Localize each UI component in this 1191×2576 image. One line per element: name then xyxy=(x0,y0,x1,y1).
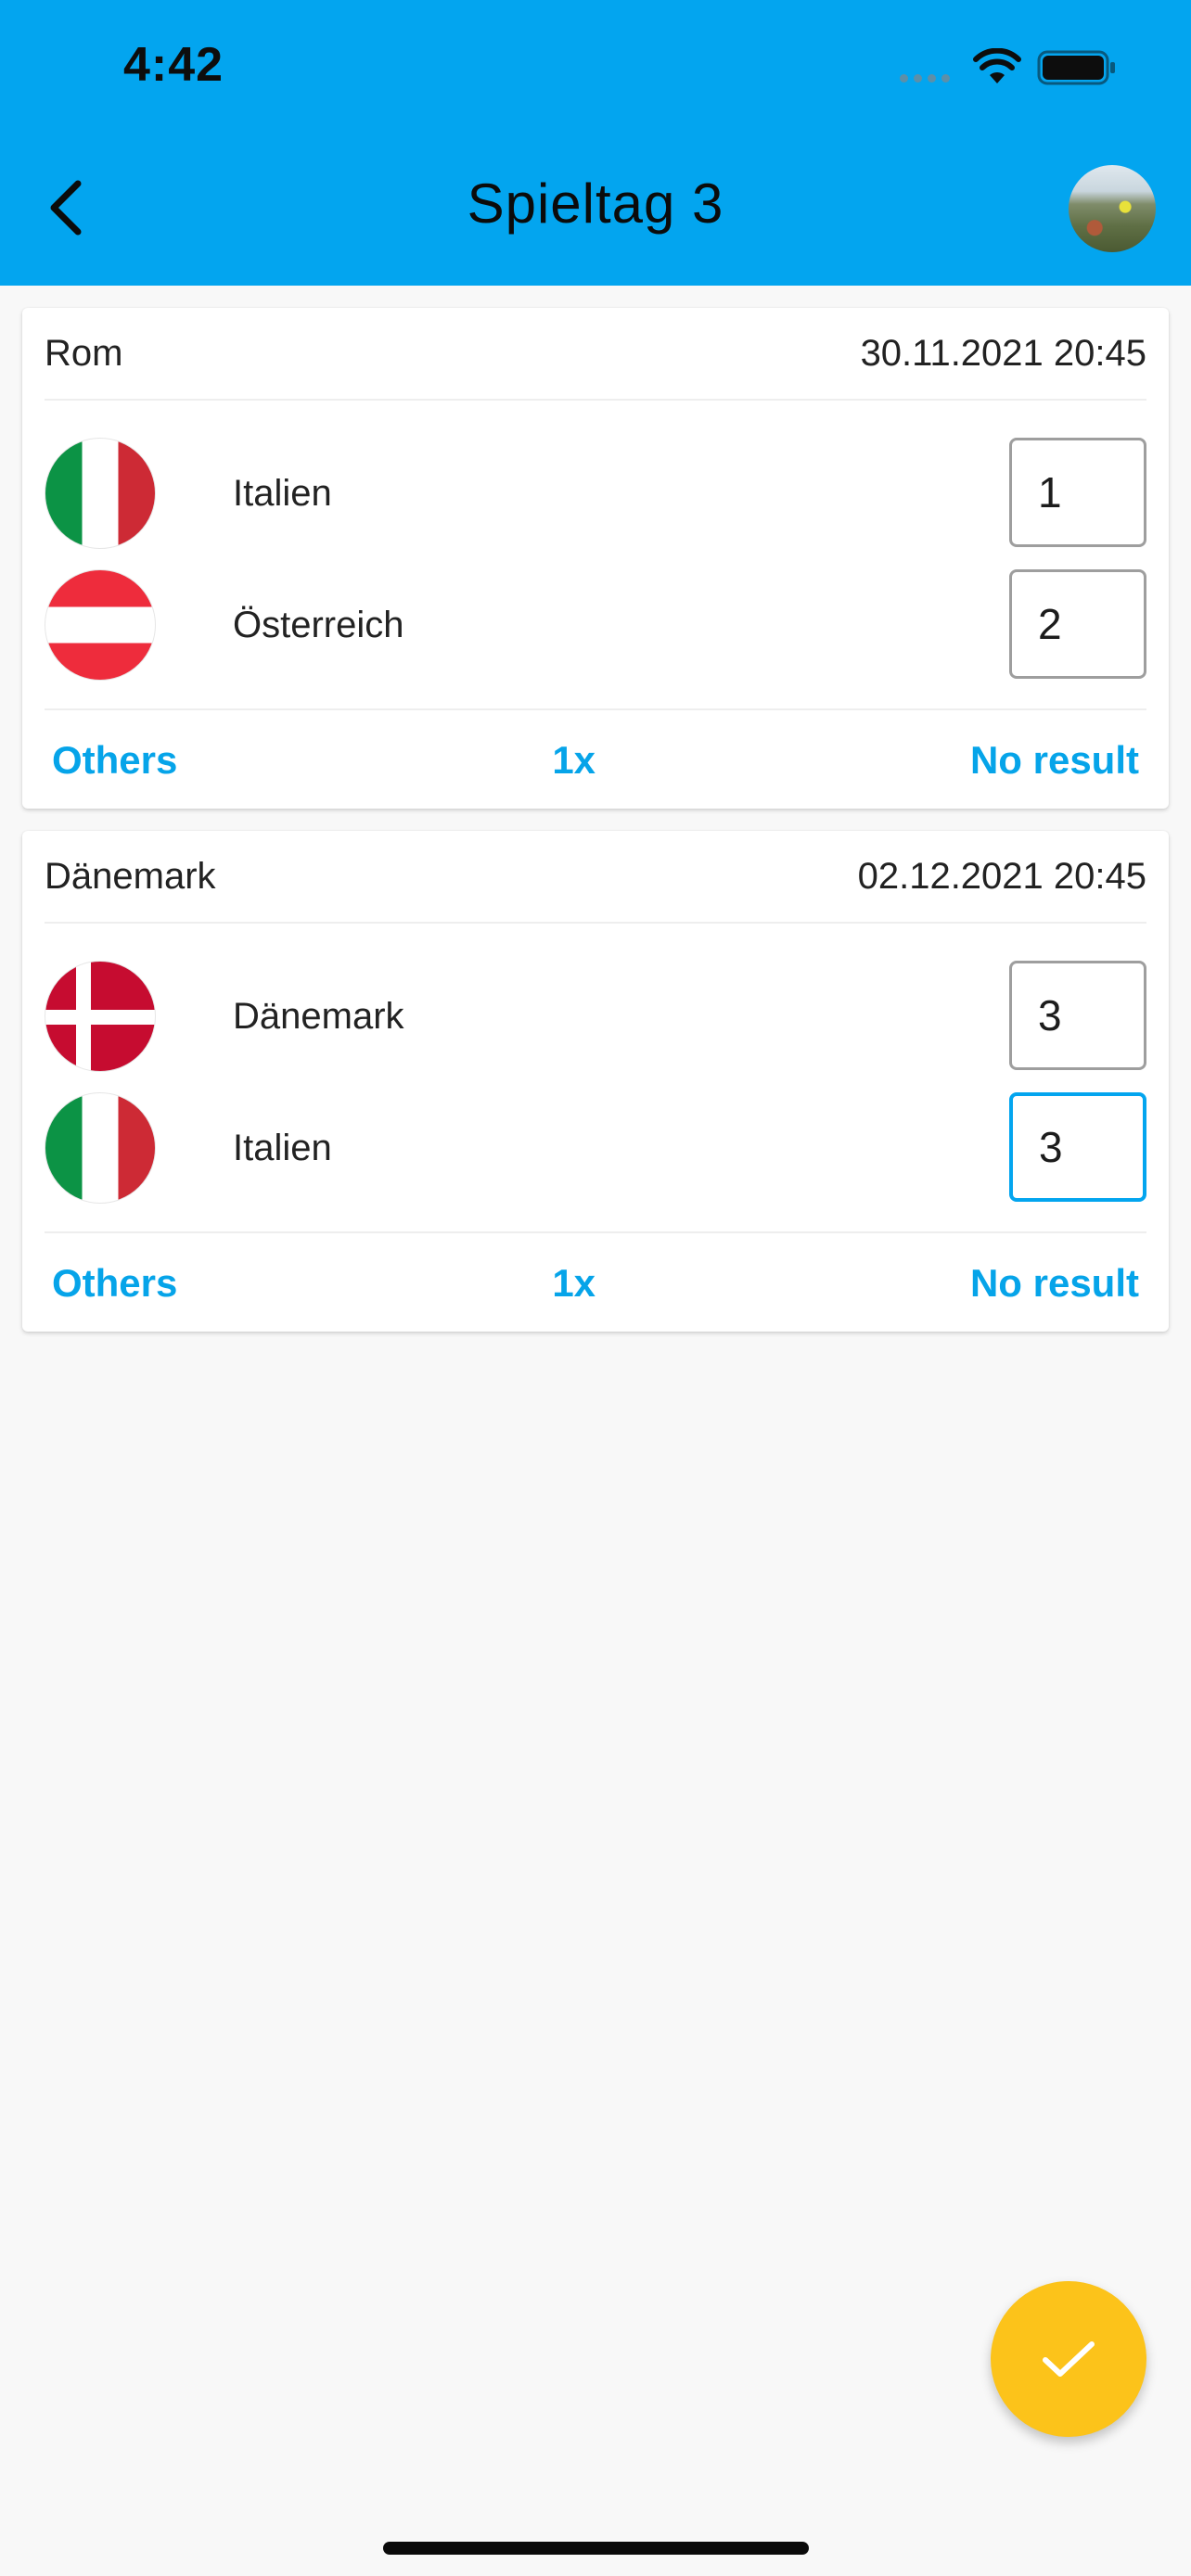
avatar[interactable] xyxy=(1069,165,1156,252)
italy-flag-icon xyxy=(45,438,156,549)
team-row: Italien xyxy=(45,438,1146,549)
denmark-flag-icon xyxy=(45,961,156,1072)
others-button[interactable]: Others xyxy=(45,738,185,783)
page-title: Spieltag 3 xyxy=(467,172,724,235)
score-input[interactable] xyxy=(1009,961,1146,1070)
match-header: Rom 30.11.2021 20:45 xyxy=(45,308,1146,401)
match-location: Rom xyxy=(45,332,123,374)
match-actions: Others 1x No result xyxy=(45,708,1146,810)
cellular-signal-icon xyxy=(900,74,950,83)
match-header: Dänemark 02.12.2021 20:45 xyxy=(45,831,1146,924)
score-input[interactable] xyxy=(1009,569,1146,679)
multiplier-button[interactable]: 1x xyxy=(544,738,603,783)
score-input[interactable] xyxy=(1009,438,1146,547)
team-name: Italien xyxy=(233,473,332,514)
team-name: Österreich xyxy=(233,605,404,645)
italy-flag-icon xyxy=(45,1092,156,1204)
match-card: Dänemark 02.12.2021 20:45 Dänemark Itali… xyxy=(22,831,1169,1332)
team-name: Italien xyxy=(233,1128,332,1168)
team-row: Österreich xyxy=(45,569,1146,681)
check-icon xyxy=(1043,2341,1095,2377)
match-datetime: 02.12.2021 20:45 xyxy=(857,855,1146,897)
austria-flag-icon xyxy=(45,569,156,681)
save-fab-button[interactable] xyxy=(991,2281,1146,2437)
others-button[interactable]: Others xyxy=(45,1261,185,1306)
score-input[interactable] xyxy=(1009,1092,1146,1202)
multiplier-button[interactable]: 1x xyxy=(544,1261,603,1306)
app-bar: 4:42 Spieltag 3 xyxy=(0,0,1191,286)
no-result-button[interactable]: No result xyxy=(963,1261,1146,1306)
battery-icon xyxy=(1037,50,1115,85)
status-time: 4:42 xyxy=(123,38,224,92)
team-name: Dänemark xyxy=(233,996,404,1037)
match-location: Dänemark xyxy=(45,855,216,897)
match-card: Rom 30.11.2021 20:45 Italien Österreich … xyxy=(22,308,1169,809)
team-row: Dänemark xyxy=(45,961,1146,1072)
wifi-icon xyxy=(973,48,1021,83)
match-datetime: 30.11.2021 20:45 xyxy=(860,332,1146,374)
match-actions: Others 1x No result xyxy=(45,1231,1146,1333)
home-indicator xyxy=(383,2542,809,2555)
team-row: Italien xyxy=(45,1092,1146,1204)
no-result-button[interactable]: No result xyxy=(963,738,1146,783)
